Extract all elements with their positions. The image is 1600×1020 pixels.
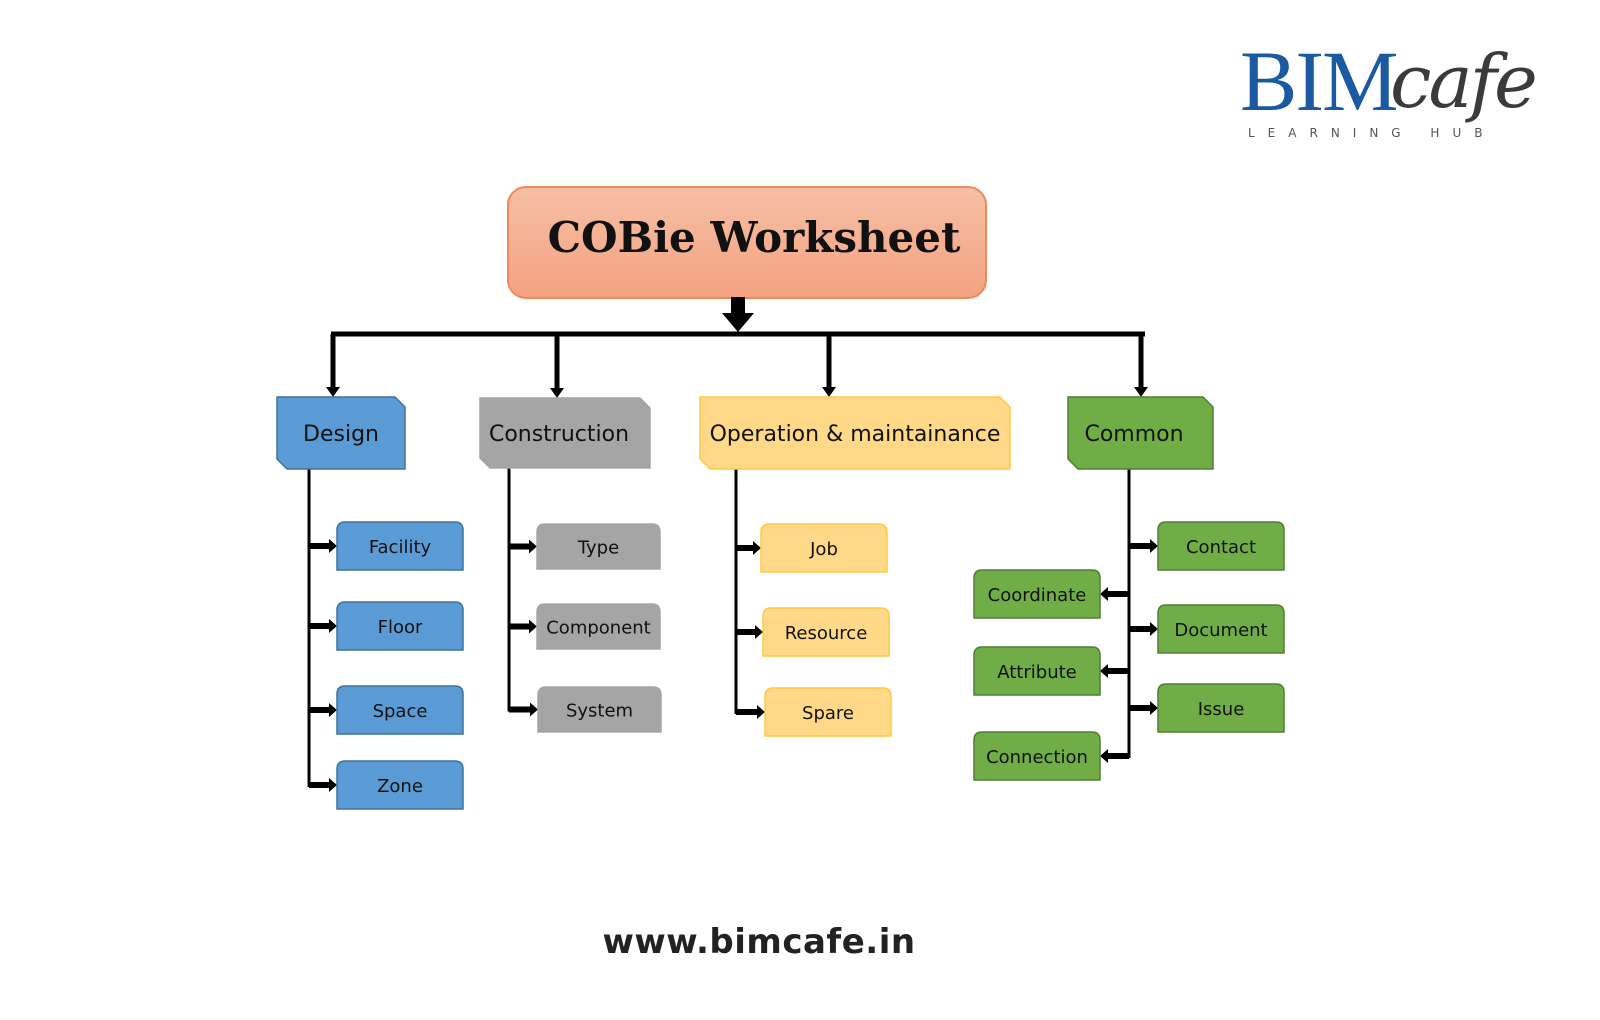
worksheet-coordinate[interactable]: Coordinate — [973, 569, 1101, 619]
connector-arrow — [1129, 622, 1158, 636]
worksheet-label: Floor — [378, 617, 423, 638]
category-operation[interactable]: Operation & maintainance — [699, 396, 1011, 470]
category-label: Design — [303, 422, 379, 447]
worksheet-label: Type — [577, 538, 619, 559]
worksheet-facility[interactable]: Facility — [336, 521, 464, 571]
worksheet-label: Document — [1174, 620, 1267, 641]
worksheet-label: Job — [809, 539, 838, 560]
connector-arrow — [736, 541, 761, 555]
worksheet-label: Issue — [1198, 699, 1245, 720]
website-url[interactable]: www.bimcafe.in — [0, 922, 1518, 962]
root-connector — [331, 297, 1145, 337]
connector-arrow — [509, 539, 537, 554]
connector-arrow — [509, 702, 538, 717]
connector-arrow — [1129, 539, 1158, 553]
cobie-diagram: COBie Worksheet Design Facility Floor Space… — [276, 186, 1285, 810]
connector-arrow — [309, 539, 337, 553]
category-label: Operation & maintainance — [710, 422, 1001, 447]
worksheet-label: Spare — [802, 703, 854, 724]
root-title: COBie Worksheet — [548, 213, 961, 262]
worksheet-connection[interactable]: Connection — [973, 731, 1101, 781]
worksheet-system[interactable]: System — [537, 686, 662, 733]
worksheet-label: Coordinate — [988, 585, 1087, 606]
worksheet-issue[interactable]: Issue — [1157, 683, 1285, 733]
worksheet-label: Facility — [369, 537, 432, 558]
connector-arrow — [309, 778, 337, 792]
connector-arrow — [736, 705, 765, 719]
connector-arrow — [1100, 587, 1129, 601]
worksheet-contact[interactable]: Contact — [1157, 521, 1285, 571]
worksheet-floor[interactable]: Floor — [336, 601, 464, 651]
worksheet-label: Contact — [1186, 537, 1256, 558]
worksheet-label: Connection — [986, 747, 1088, 768]
worksheet-zone[interactable]: Zone — [336, 760, 464, 810]
worksheet-label: Component — [546, 618, 651, 639]
root-node[interactable]: COBie Worksheet — [507, 186, 987, 299]
worksheet-job[interactable]: Job — [760, 523, 888, 573]
worksheet-label: Space — [373, 701, 428, 722]
connector-arrow — [509, 619, 537, 634]
worksheet-label: System — [566, 701, 633, 722]
category-design[interactable]: Design — [276, 396, 406, 470]
connector-arrow — [309, 703, 337, 717]
connector-arrow — [1100, 749, 1129, 763]
worksheet-resource[interactable]: Resource — [762, 607, 890, 657]
worksheet-type[interactable]: Type — [536, 523, 661, 570]
connector-arrow — [1129, 701, 1158, 715]
worksheet-document[interactable]: Document — [1157, 604, 1285, 654]
worksheet-spare[interactable]: Spare — [764, 687, 892, 737]
worksheet-label: Zone — [377, 776, 423, 797]
category-construction[interactable]: Construction — [479, 397, 651, 469]
worksheet-space[interactable]: Space — [336, 685, 464, 735]
category-label: Construction — [489, 422, 629, 447]
connector-arrow — [736, 625, 763, 639]
category-label: Common — [1084, 422, 1183, 447]
worksheet-label: Resource — [785, 623, 868, 644]
worksheet-label: Attribute — [997, 662, 1076, 683]
connector-arrow — [309, 619, 337, 633]
worksheet-attribute[interactable]: Attribute — [973, 646, 1101, 696]
category-common[interactable]: Common — [1067, 396, 1214, 470]
connector-arrow — [1100, 664, 1129, 678]
worksheet-component[interactable]: Component — [536, 603, 661, 650]
